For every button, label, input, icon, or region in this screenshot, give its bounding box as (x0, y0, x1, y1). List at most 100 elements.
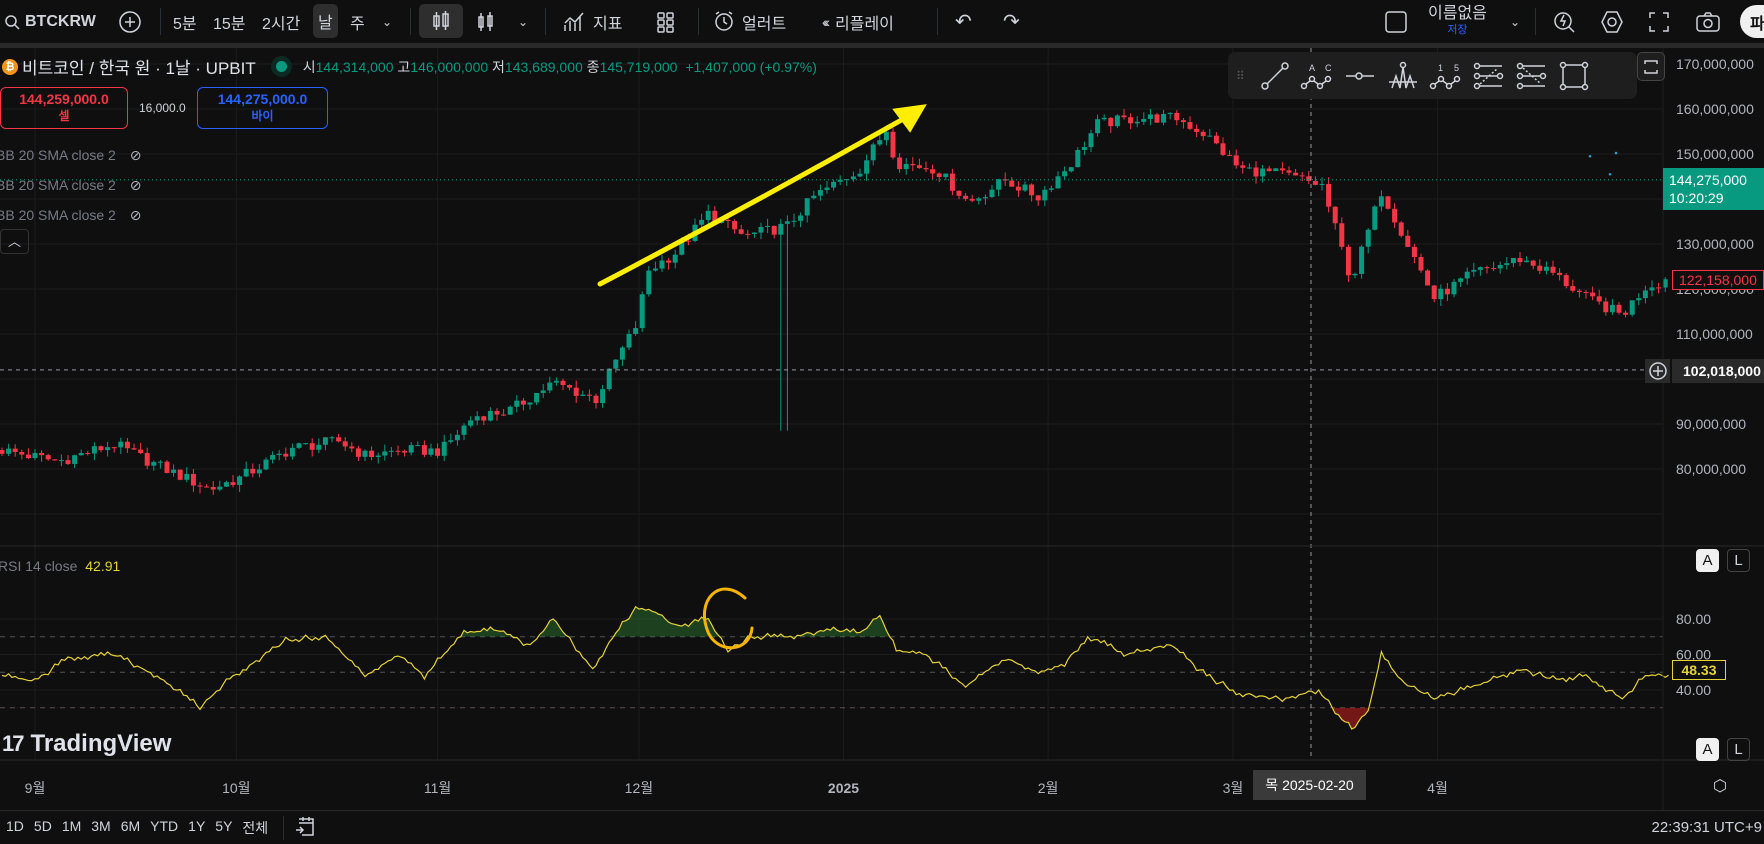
rsi-pane: 80.0060.0040.00 (0, 605, 1711, 730)
candle-body (1194, 128, 1200, 132)
candle-body (652, 268, 658, 271)
candle-body (408, 445, 414, 453)
eye-off-icon[interactable]: ⊘ (130, 177, 142, 193)
candle-body (916, 165, 922, 169)
candle-body (646, 270, 652, 295)
candle-body (72, 455, 78, 464)
time-tick: 3월 (1223, 780, 1244, 796)
interval-1d[interactable]: 날 (313, 4, 338, 38)
quick-search-button[interactable] (1552, 0, 1576, 43)
indicators-button[interactable]: 지표 (563, 0, 622, 43)
fullscreen-icon (1649, 11, 1669, 32)
interval-15m[interactable]: 15분 (213, 0, 246, 43)
abcd-pattern-icon[interactable]: AC (1300, 60, 1334, 92)
candle-body (626, 333, 632, 348)
range-tab[interactable]: 전체 (242, 818, 268, 838)
range-tab[interactable]: 1D (6, 818, 24, 838)
horizontal-ray-icon[interactable] (1343, 60, 1377, 92)
eye-off-icon[interactable]: ⊘ (130, 207, 142, 223)
collapse-legend-button[interactable]: ︿ (0, 229, 29, 254)
settings-button[interactable] (1600, 0, 1624, 43)
candle-body (857, 173, 863, 177)
symbol-search[interactable]: BTCKRW (4, 0, 96, 43)
candles-button[interactable] (419, 4, 463, 38)
chart-type-dropdown[interactable]: ⌄ (518, 0, 528, 43)
goto-date-button[interactable] (294, 815, 316, 840)
sell-button[interactable]: 144,259,000.0 셀 (0, 87, 128, 129)
marker-dot (1608, 172, 1612, 176)
candle-body (1081, 147, 1087, 150)
range-tab[interactable]: 3M (91, 818, 110, 838)
buy-button[interactable]: 144,275,000.0 바이 (197, 87, 328, 129)
eye-off-icon[interactable]: ⊘ (130, 147, 142, 163)
fullscreen-button[interactable] (1648, 0, 1670, 43)
divider (283, 815, 285, 840)
indicator-legend-row[interactable]: BB 20 SMA close 2 ⊘ (0, 140, 141, 170)
layouts-button[interactable] (656, 0, 676, 43)
chart-type-button[interactable] (476, 0, 496, 43)
candle-body (765, 225, 771, 227)
indicator-legend-row[interactable]: BB 20 SMA close 2 ⊘ (0, 170, 141, 200)
candle-body (982, 197, 988, 199)
candle-body (1530, 260, 1536, 266)
rsi-log-scale-button[interactable]: L (1727, 738, 1750, 761)
drawing-toolbar-toggle[interactable] (1637, 52, 1665, 81)
candle-body (1147, 114, 1153, 119)
interval-dropdown[interactable]: ⌄ (382, 0, 392, 43)
alert-button[interactable]: 얼러트 (712, 0, 786, 43)
candle-body (1220, 143, 1226, 155)
rsi-legend[interactable]: RSI 14 close 42.91 (0, 558, 120, 574)
chart-canvas[interactable]: 80.0060.0040.00 170,000,000160,000,00015… (0, 48, 1764, 810)
head-shoulders-icon[interactable] (1386, 60, 1420, 92)
candle-body (415, 445, 421, 447)
rsi-auto-scale-button[interactable]: A (1696, 738, 1719, 761)
candle-body (1326, 183, 1332, 207)
range-tab[interactable]: 1M (62, 818, 81, 838)
add-alert-button[interactable] (1645, 359, 1670, 383)
candle-body (553, 380, 559, 383)
candle-body (177, 469, 183, 480)
candle-body (1418, 257, 1424, 271)
interval-5m[interactable]: 5분 (173, 0, 197, 43)
range-tab[interactable]: 5Y (215, 818, 232, 838)
range-tab[interactable]: 5D (34, 818, 52, 838)
interval-2h[interactable]: 2시간 (262, 0, 300, 43)
publish-button[interactable]: 파 (1740, 5, 1764, 38)
layout-dropdown[interactable]: ⌄ (1510, 0, 1520, 43)
candle-body (1286, 170, 1292, 173)
fib-retracement-icon[interactable] (1472, 60, 1506, 92)
undo-button[interactable]: ↶ (955, 0, 972, 43)
elliott-wave-icon[interactable]: 15 (1429, 60, 1463, 92)
rectangle-icon[interactable] (1558, 60, 1592, 92)
range-tab[interactable]: YTD (150, 818, 178, 838)
candle-body (804, 198, 810, 216)
candle-body (204, 486, 210, 488)
drag-handle-icon[interactable]: ⠿ (1236, 69, 1250, 83)
trend-line-icon[interactable] (1259, 60, 1291, 92)
interval-1w[interactable]: 주 (350, 0, 365, 43)
redo-button[interactable]: ↷ (1003, 0, 1020, 43)
square-icon (1385, 10, 1407, 33)
symbol-title[interactable]: 비트코인 / 한국 원 · 1날 · UPBIT (22, 54, 256, 79)
candle-body (1616, 304, 1622, 313)
candle-body (65, 460, 71, 464)
range-tab[interactable]: 6M (121, 818, 140, 838)
auto-scale-button[interactable]: A (1696, 549, 1719, 572)
range-tab[interactable]: 1Y (188, 818, 205, 838)
market-status-dot[interactable] (275, 61, 287, 72)
screenshot-button[interactable] (1695, 0, 1721, 43)
fib-extension-icon[interactable] (1515, 60, 1549, 92)
candle-body (441, 441, 447, 456)
log-scale-button[interactable]: L (1727, 549, 1750, 572)
indicator-legend-row[interactable]: BB 20 SMA close 2 ⊘ (0, 200, 141, 230)
layout-name[interactable]: 이름없음 저장 (1428, 0, 1487, 43)
time-axis-settings-button[interactable]: ⬡ (1713, 776, 1727, 796)
candle-body (435, 448, 441, 456)
candle-body (270, 455, 276, 460)
layout-select-button[interactable] (1384, 0, 1408, 43)
tradingview-logo[interactable]: 17 TradingView (2, 730, 171, 758)
clock[interactable]: 22:39:31 UTC+9 (1652, 819, 1764, 836)
logo-text: TradingView (30, 730, 172, 757)
compare-button[interactable] (118, 0, 142, 43)
replay-button[interactable]: ‹‹‹ 리플레이 (822, 0, 894, 43)
